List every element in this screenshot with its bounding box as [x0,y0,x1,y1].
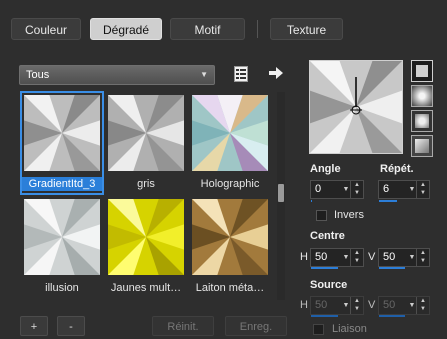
source-v-label: V [368,299,376,311]
link-checkbox[interactable] [313,324,324,335]
add-gradient-button[interactable]: + [20,316,48,336]
rectangular-style-button[interactable] [411,110,433,132]
source-v-value: 50 [383,299,396,311]
gradient-name: gris [137,178,155,190]
gradient-item[interactable]: Jaunes mult… [86,177,206,297]
angle-value: 0 [315,183,322,195]
angle-slider-bar[interactable] [311,200,312,202]
chevron-down-icon: ▼ [200,70,208,79]
repeat-label: Répét. [380,163,414,175]
invert-checkbox[interactable] [316,210,327,221]
gradient-preview-image [86,91,206,193]
source-v-slider-bar[interactable] [379,315,405,317]
repeat-value: 6 [383,183,390,195]
gradient-item[interactable]: Laiton méta… [170,177,273,297]
gradient-preview-image [170,91,273,193]
source-h-slider-bar[interactable] [311,315,338,317]
center-h-label: H [300,251,308,263]
center-v-value: 50 [383,251,396,263]
gradient-name: Laiton méta… [195,282,265,294]
gradient-item[interactable]: Holographic [170,91,273,193]
gradient-name: Jaunes mult… [110,282,182,294]
linear-style-button[interactable] [411,60,433,82]
tab-separator [257,20,258,38]
arrow-right-icon[interactable] [268,66,284,80]
tab-couleur[interactable]: Couleur [11,18,81,40]
gradient-preview-image [19,91,122,193]
category-selected-label: Tous [26,69,50,81]
gradient-preview-image [86,177,206,297]
tab-texture[interactable]: Texture [270,18,343,40]
angle-stepper[interactable]: ▲ ▼ [350,181,363,198]
repeat-field[interactable]: 6 ▼ ▲ ▼ [378,180,430,199]
link-label[interactable]: Liaison [332,323,367,335]
source-v-stepper[interactable]: ▲ ▼ [416,297,429,314]
scrollbar-thumb[interactable] [278,184,284,202]
repeat-stepper[interactable]: ▲ ▼ [416,181,429,198]
center-v-slider-bar[interactable] [379,267,405,269]
source-h-stepper[interactable]: ▲ ▼ [350,297,363,314]
center-v-field[interactable]: 50 ▼ ▲ ▼ [378,248,430,267]
gradient-name: illusion [45,282,79,294]
gradient-item[interactable]: GradientItd_3 [19,91,122,195]
gradient-preview-image [170,177,273,297]
source-h-value: 50 [315,299,328,311]
gradient-library: GradientItd_3 gris Holographic illusion … [19,91,273,301]
angle-label: Angle [310,163,341,175]
gradient-item[interactable]: gris [86,91,206,193]
tab-degrade[interactable]: Dégradé [90,18,162,40]
center-v-label: V [368,251,376,263]
source-v-field[interactable]: 50 ▼ ▲ ▼ [378,296,430,315]
angle-field[interactable]: 0 ▼ ▲ ▼ [310,180,364,199]
center-h-slider-bar[interactable] [311,267,338,269]
center-h-stepper[interactable]: ▲ ▼ [350,249,363,266]
library-list-icon[interactable] [233,65,249,83]
source-h-field[interactable]: 50 ▼ ▲ ▼ [310,296,364,315]
center-v-stepper[interactable]: ▲ ▼ [416,249,429,266]
gradient-name: Holographic [200,178,260,190]
center-h-field[interactable]: 50 ▼ ▲ ▼ [310,248,364,267]
center-h-value: 50 [315,251,328,263]
sunburst-style-button[interactable] [411,135,433,157]
source-label: Source [310,279,348,291]
invert-label[interactable]: Invers [334,209,364,221]
remove-gradient-button[interactable]: - [57,316,85,336]
gradient-name: GradientItd_3 [22,177,102,191]
gradient-preview-image [19,177,122,297]
gradient-preview[interactable] [309,60,403,154]
center-label: Centre [310,230,345,242]
category-dropdown[interactable]: Tous ▼ [19,65,215,85]
repeat-slider-bar[interactable] [379,200,397,202]
reset-button[interactable]: Réinit. [152,316,214,336]
radial-style-button[interactable] [411,85,433,107]
gradient-item[interactable]: illusion [19,177,122,297]
source-h-label: H [300,299,308,311]
tab-motif[interactable]: Motif [170,18,245,40]
save-button[interactable]: Enreg. [225,316,287,336]
